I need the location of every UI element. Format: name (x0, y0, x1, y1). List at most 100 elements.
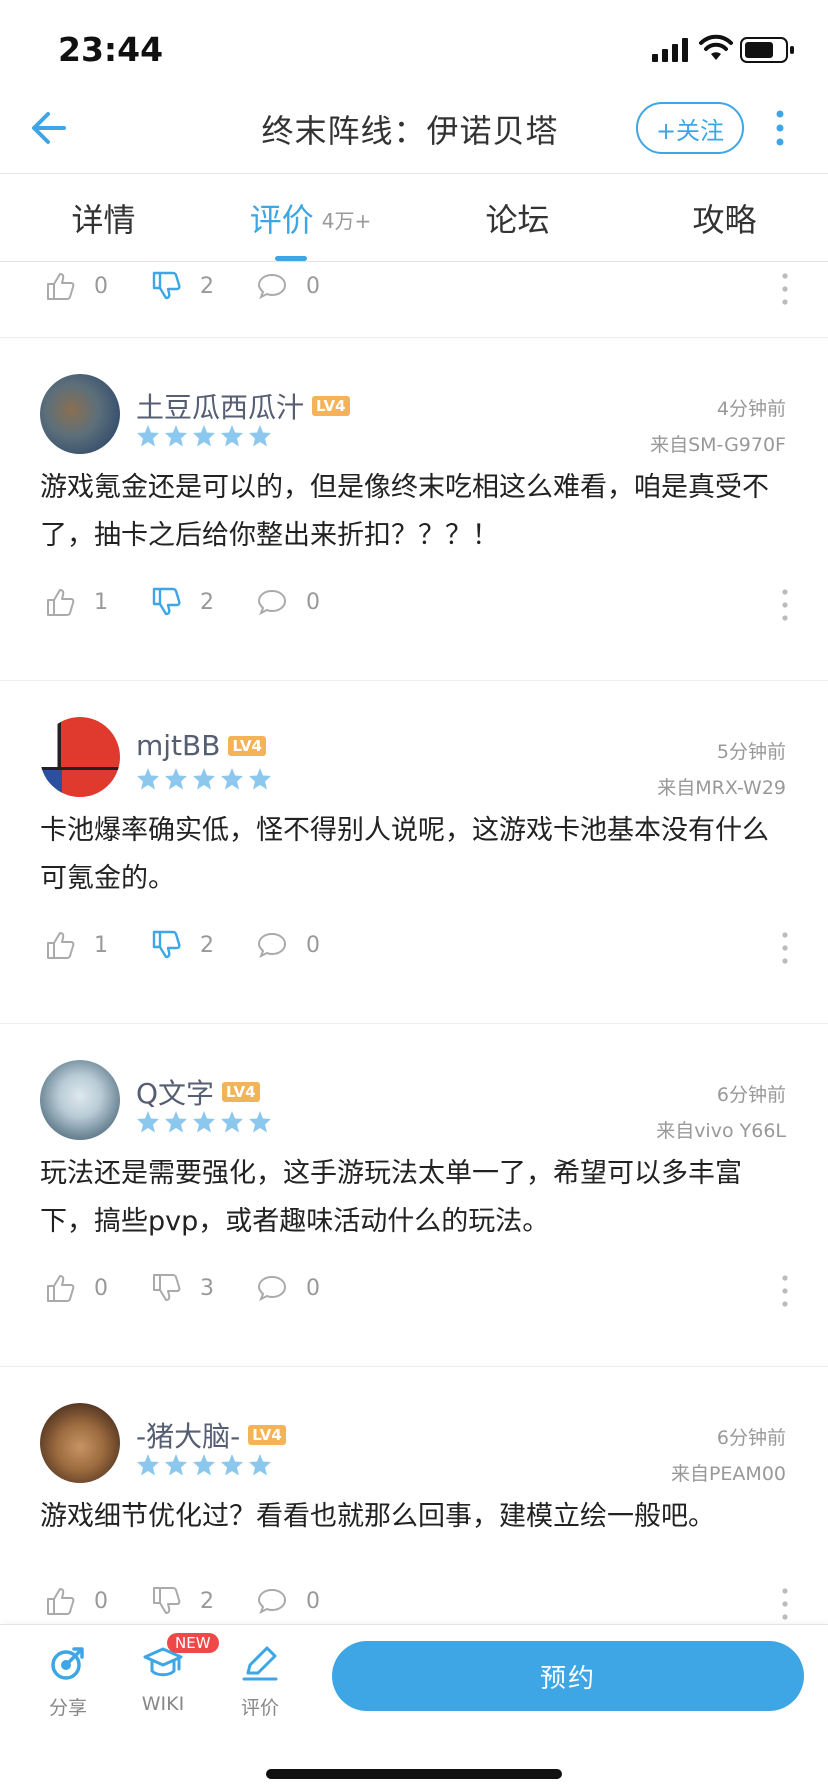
more-vertical-icon[interactable] (770, 108, 790, 148)
more-vertical-icon[interactable] (780, 931, 790, 965)
star-icon (137, 425, 159, 447)
avatar[interactable] (40, 374, 120, 454)
dislike-action[interactable]: 3 (150, 1272, 214, 1304)
comment-count: 0 (306, 932, 320, 958)
thumbs-up-icon (47, 273, 75, 300)
share-button[interactable]: 分享 (28, 1643, 108, 1720)
comment-icon (257, 589, 287, 616)
device-info: 来自PEAM00 (670, 1463, 786, 1485)
username[interactable]: Q文字 LV4 (136, 1072, 260, 1112)
username-text: Q文字 (136, 1077, 215, 1110)
like-count: 1 (94, 589, 108, 615)
username-text: -猪大脑- (136, 1420, 241, 1453)
thumbs-down-icon (153, 1274, 181, 1301)
nav-bar: 终末阵线：伊诺贝塔 +关注 (0, 92, 828, 174)
follow-button[interactable]: +关注 (636, 102, 744, 154)
level-badge: LV4 (312, 396, 350, 416)
star-icon (193, 1111, 215, 1133)
comment-count: 0 (306, 1275, 320, 1301)
username[interactable]: 土豆瓜西瓜汁 LV4 (136, 386, 350, 426)
review-list[interactable]: 0 2 0 土豆瓜西瓜汁 LV4 4分钟前 来自SM-G970F 游戏氪金还是可… (0, 262, 828, 1624)
dislike-count: 2 (200, 273, 214, 299)
status-bar: 23:44 (0, 0, 828, 92)
username[interactable]: -猪大脑- LV4 (136, 1415, 286, 1455)
time-ago: 5分钟前 (716, 741, 786, 763)
comment-action[interactable]: 0 (256, 586, 320, 618)
dislike-action[interactable]: 2 (150, 1585, 214, 1617)
dislike-count: 2 (200, 589, 214, 615)
username-text: mjtBB (136, 729, 221, 762)
tab-count: 4万+ (321, 209, 372, 233)
review-card: -猪大脑- LV4 6分钟前 来自PEAM00 游戏细节优化过？看看也就那么回事… (0, 1367, 828, 1624)
tab-details[interactable]: 详情 (0, 174, 207, 261)
like-action[interactable]: 0 (44, 1585, 108, 1617)
review-text[interactable]: 游戏细节优化过？看看也就那么回事，建模立绘一般吧。 (40, 1493, 790, 1541)
star-icon (221, 425, 243, 447)
comment-action[interactable]: 0 (256, 270, 320, 302)
home-indicator[interactable] (266, 1769, 562, 1779)
more-vertical-icon[interactable] (780, 588, 790, 622)
tab-guides[interactable]: 攻略 (621, 174, 828, 261)
more-vertical-icon[interactable] (780, 1587, 790, 1621)
dislike-action[interactable]: 2 (150, 586, 214, 618)
comment-count: 0 (306, 1588, 320, 1614)
reserve-button[interactable]: 预约 (332, 1641, 804, 1711)
star-icon (165, 1111, 187, 1133)
device-info: 来自vivo Y66L (656, 1120, 786, 1142)
tab-label: 评价 (249, 200, 314, 239)
comment-action[interactable]: 0 (256, 1272, 320, 1304)
like-action[interactable]: 1 (44, 586, 108, 618)
thumbs-down-icon (152, 587, 181, 616)
thumbs-down-icon (152, 271, 181, 300)
star-icon (249, 1454, 271, 1476)
comment-icon (257, 1275, 287, 1302)
star-icon (249, 425, 271, 447)
comment-action[interactable]: 0 (256, 929, 320, 961)
star-rating (136, 1110, 272, 1134)
username-text: 土豆瓜西瓜汁 (136, 391, 305, 424)
action-row: 1 2 0 (44, 929, 794, 969)
dislike-action[interactable]: 2 (150, 929, 214, 961)
comment-icon (257, 273, 287, 300)
star-icon (137, 1454, 159, 1476)
star-icon (165, 768, 187, 790)
time-ago: 4分钟前 (716, 398, 786, 420)
review-card: mjtBB LV4 5分钟前 来自MRX-W29 卡池爆率确实低，怪不得别人说呢… (0, 681, 828, 1024)
level-badge: LV4 (248, 1425, 286, 1445)
thumbs-up-icon (47, 1275, 75, 1302)
review-card-partial: 0 2 0 (0, 262, 828, 338)
action-row: 0 2 0 (44, 1585, 794, 1624)
action-row: 1 2 0 (44, 586, 794, 626)
avatar[interactable] (40, 1060, 120, 1140)
tab-label: 攻略 (692, 200, 757, 239)
more-vertical-icon[interactable] (780, 1274, 790, 1308)
share-label: 分享 (48, 1697, 87, 1719)
comment-icon (257, 932, 287, 959)
level-badge: LV4 (222, 1082, 260, 1102)
comment-action[interactable]: 0 (256, 1585, 320, 1617)
star-icon (221, 1454, 243, 1476)
like-count: 0 (94, 1588, 108, 1614)
comment-count: 0 (306, 273, 320, 299)
avatar[interactable] (40, 1403, 120, 1483)
wiki-button[interactable]: WIKI NEW (123, 1633, 219, 1715)
star-rating (136, 767, 272, 791)
more-vertical-icon[interactable] (780, 272, 790, 306)
thumbs-up-icon (47, 932, 75, 959)
review-text[interactable]: 卡池爆率确实低，怪不得别人说呢，这游戏卡池基本没有什么可氪金的。 (40, 807, 790, 903)
review-text[interactable]: 游戏氪金还是可以的，但是像终末吃相这么难看，咱是真受不了，抽卡之后给你整出来折扣… (40, 464, 790, 560)
like-action[interactable]: 0 (44, 1272, 108, 1304)
write-review-button[interactable]: 评价 (220, 1643, 300, 1720)
star-icon (193, 768, 215, 790)
star-icon (221, 768, 243, 790)
username[interactable]: mjtBB LV4 (136, 729, 266, 762)
review-text[interactable]: 玩法还是需要强化，这手游玩法太单一了，希望可以多丰富下，搞些pvp，或者趣味活动… (40, 1150, 790, 1246)
star-icon (221, 1111, 243, 1133)
like-action[interactable]: 1 (44, 929, 108, 961)
avatar[interactable] (40, 717, 120, 797)
share-icon (51, 1647, 84, 1680)
tab-forum[interactable]: 论坛 (414, 174, 621, 261)
tab-reviews[interactable]: 评价 4万+ (207, 174, 414, 261)
like-action[interactable]: 0 (44, 270, 108, 302)
dislike-action[interactable]: 2 (150, 270, 214, 302)
